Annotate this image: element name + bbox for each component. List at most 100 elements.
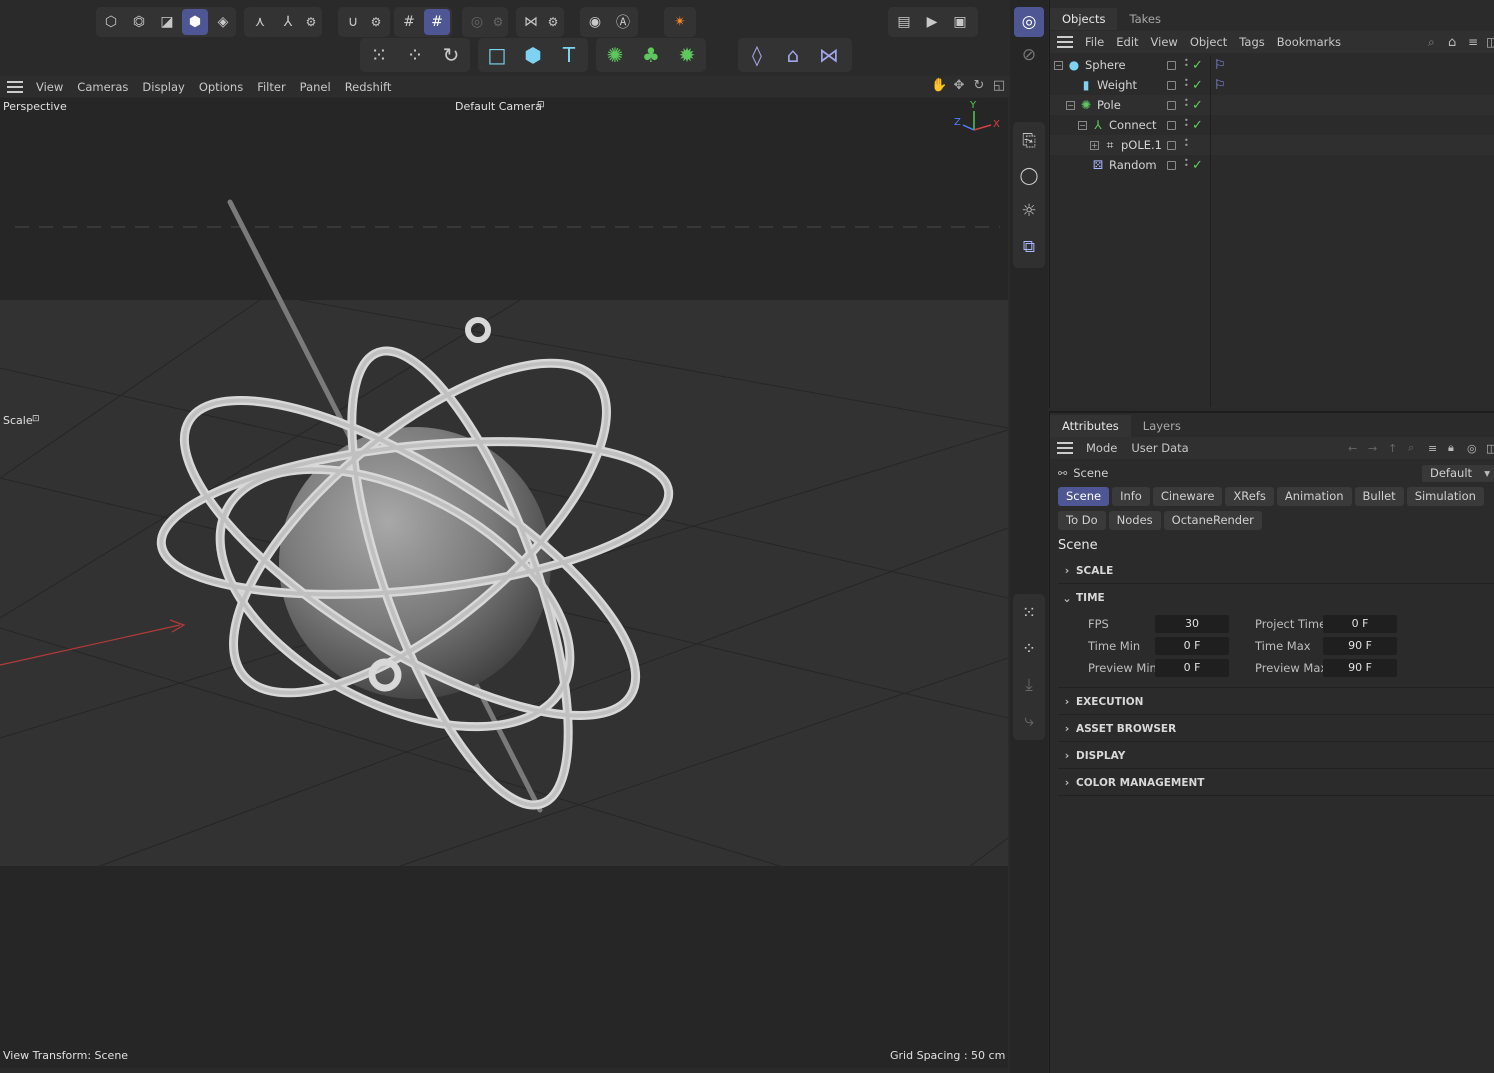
chip-animation[interactable]: Animation bbox=[1276, 487, 1352, 506]
target-icon[interactable]: ◎ bbox=[1467, 442, 1477, 455]
menu-filter[interactable]: Filter bbox=[250, 80, 292, 94]
make-editable-icon[interactable]: ⏣ bbox=[126, 9, 152, 35]
render-icon[interactable]: ▶ bbox=[919, 9, 945, 35]
camera-icon[interactable]: ⎘ bbox=[1014, 126, 1044, 156]
deformer-icon[interactable]: ⋈ bbox=[813, 39, 845, 71]
menu-edit[interactable]: Edit bbox=[1110, 35, 1144, 49]
render-dots-icon[interactable]: • • bbox=[1184, 117, 1189, 130]
snap-settings-icon[interactable]: ⚙ bbox=[363, 9, 389, 35]
view-name[interactable]: Perspective bbox=[3, 100, 67, 113]
chip-todo[interactable]: To Do bbox=[1058, 511, 1106, 530]
object-name[interactable]: Sphere bbox=[1085, 58, 1126, 72]
render-dots-icon[interactable]: • • bbox=[1184, 77, 1189, 90]
chip-xrefs[interactable]: XRefs bbox=[1225, 487, 1274, 506]
tree-row-sphere[interactable]: − ● Sphere • • ✓ ⚐ bbox=[1050, 55, 1494, 75]
scale-tool-icon[interactable]: ⁘ bbox=[399, 39, 431, 71]
orbit-icon[interactable]: ↻ bbox=[971, 78, 987, 94]
object-name[interactable]: Connect bbox=[1109, 118, 1157, 132]
time-min-field[interactable]: 0 F bbox=[1155, 637, 1229, 655]
expander-icon[interactable]: + bbox=[1090, 140, 1099, 150]
menu-cameras[interactable]: Cameras bbox=[70, 80, 135, 94]
align-icon[interactable]: ⁙ bbox=[1014, 598, 1044, 628]
visibility-toggle[interactable] bbox=[1167, 60, 1176, 70]
search-icon[interactable]: ⌕ bbox=[1428, 35, 1435, 50]
hud-scale-icon[interactable]: ⊡ bbox=[32, 414, 40, 424]
tab-takes[interactable]: Takes bbox=[1117, 8, 1173, 30]
menu-user-data[interactable]: User Data bbox=[1124, 441, 1195, 455]
group-scale[interactable]: › SCALE bbox=[1058, 558, 1494, 584]
spline-icon[interactable]: ⌂ bbox=[777, 39, 809, 71]
enabled-check-icon[interactable]: ✓ bbox=[1192, 158, 1203, 173]
tree-row-pole[interactable]: − ✺ Pole • • ✓ bbox=[1050, 95, 1494, 115]
enabled-check-icon[interactable]: ✓ bbox=[1192, 78, 1203, 93]
menu-object[interactable]: Object bbox=[1184, 35, 1233, 49]
preview-max-field[interactable]: 90 F bbox=[1323, 659, 1397, 677]
cloner-icon[interactable]: ✺ bbox=[599, 39, 631, 71]
tree-row-pole-1[interactable]: + ⌗ pOLE.1 • • bbox=[1050, 135, 1494, 155]
viewport-menu-icon[interactable] bbox=[7, 80, 23, 93]
lock-icon[interactable]: 🔒︎ bbox=[1448, 441, 1454, 455]
object-name[interactable]: Random bbox=[1109, 158, 1157, 172]
up-icon[interactable]: ↑ bbox=[1388, 442, 1397, 455]
maximize-view-icon[interactable]: ◱ bbox=[991, 78, 1007, 94]
effector-icon[interactable]: ✹ bbox=[671, 39, 703, 71]
render-dots-icon[interactable]: • • bbox=[1184, 57, 1189, 70]
chip-octanerender[interactable]: OctaneRender bbox=[1163, 511, 1262, 530]
group-asset-browser[interactable]: › ASSET BROWSER bbox=[1058, 716, 1494, 742]
tab-layers[interactable]: Layers bbox=[1131, 415, 1193, 437]
move-tool-icon[interactable]: ⁙ bbox=[363, 39, 395, 71]
chip-scene[interactable]: Scene bbox=[1058, 487, 1110, 506]
object-name[interactable]: Pole bbox=[1097, 98, 1121, 112]
mograph-icon[interactable]: ♣ bbox=[635, 39, 667, 71]
viewport-perspective[interactable]: Perspective Default Camera ⊡ Scale ⊡ Y X… bbox=[0, 98, 1008, 1068]
settings-icon[interactable]: ⚙ bbox=[298, 9, 324, 35]
dolly-icon[interactable]: ✥ bbox=[951, 78, 967, 94]
project-time-field[interactable]: 0 F bbox=[1323, 615, 1397, 633]
fps-field[interactable]: 30 bbox=[1155, 615, 1229, 633]
camera-lock-icon[interactable]: ⊡ bbox=[537, 100, 545, 110]
chip-cineware[interactable]: Cineware bbox=[1152, 487, 1223, 506]
menu-view[interactable]: View bbox=[29, 80, 70, 94]
point-mode-icon[interactable]: ◈ bbox=[210, 9, 236, 35]
drop-to-floor-icon[interactable]: ⤓ bbox=[1014, 670, 1044, 700]
enabled-check-icon[interactable]: ✓ bbox=[1192, 98, 1203, 113]
enabled-check-icon[interactable]: ✓ bbox=[1192, 118, 1203, 133]
solo-settings-icon[interactable]: ⚙ bbox=[485, 9, 511, 35]
visibility-toggle[interactable] bbox=[1167, 140, 1176, 150]
auto-icon[interactable]: Ⓐ bbox=[610, 9, 636, 35]
om-menu-icon[interactable] bbox=[1057, 36, 1073, 48]
attr-menu-icon[interactable] bbox=[1057, 442, 1073, 454]
time-max-field[interactable]: 90 F bbox=[1323, 637, 1397, 655]
chip-bullet[interactable]: Bullet bbox=[1354, 487, 1404, 506]
menu-bookmarks[interactable]: Bookmarks bbox=[1271, 35, 1347, 49]
group-display[interactable]: › DISPLAY bbox=[1058, 743, 1494, 769]
axis-icon[interactable]: ⋏ bbox=[247, 9, 273, 35]
hierarchy-icon[interactable]: ⤷ bbox=[1014, 706, 1044, 736]
forward-icon[interactable]: → bbox=[1368, 442, 1377, 455]
light-icon[interactable]: ☼ bbox=[1014, 196, 1044, 226]
menu-display[interactable]: Display bbox=[135, 80, 191, 94]
visibility-toggle[interactable] bbox=[1167, 80, 1176, 90]
render-dots-icon[interactable]: • • bbox=[1184, 137, 1189, 150]
visibility-toggle[interactable] bbox=[1167, 120, 1176, 130]
home-icon[interactable]: ⌂ bbox=[1448, 35, 1456, 50]
menu-redshift[interactable]: Redshift bbox=[338, 80, 399, 94]
tree-row-connect[interactable]: − ⅄ Connect • • ✓ bbox=[1050, 115, 1494, 135]
preset-dropdown[interactable]: Default ▾ bbox=[1422, 465, 1494, 482]
tag-column-divider[interactable] bbox=[1210, 55, 1211, 407]
menu-om-view[interactable]: View bbox=[1145, 35, 1184, 49]
menu-tags[interactable]: Tags bbox=[1233, 35, 1270, 49]
object-name[interactable]: Weight bbox=[1097, 78, 1137, 92]
material-tag-icon[interactable]: ⚐ bbox=[1214, 78, 1226, 93]
menu-options[interactable]: Options bbox=[192, 80, 250, 94]
back-icon[interactable]: ← bbox=[1348, 442, 1357, 455]
edit-render-icon[interactable]: ⊘ bbox=[1014, 40, 1044, 70]
menu-panel[interactable]: Panel bbox=[293, 80, 338, 94]
object-mode-icon[interactable]: ⬢ bbox=[182, 9, 208, 35]
tab-objects[interactable]: Objects bbox=[1050, 8, 1118, 30]
cube-icon[interactable]: □ bbox=[481, 39, 513, 71]
sphere-solid-icon[interactable]: ⬢ bbox=[517, 39, 549, 71]
chip-nodes[interactable]: Nodes bbox=[1108, 511, 1161, 530]
tab-attributes[interactable]: Attributes bbox=[1050, 415, 1131, 437]
render-region-icon[interactable]: ✴ bbox=[667, 9, 693, 35]
